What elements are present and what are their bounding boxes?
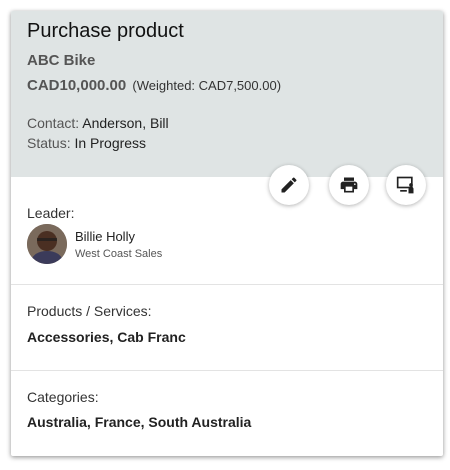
amount-line: CAD10,000.00 (Weighted: CAD7,500.00): [27, 77, 281, 94]
present-button[interactable]: [386, 165, 426, 205]
divider: [11, 370, 443, 371]
categories-value: Australia, France, South Australia: [27, 414, 252, 430]
presentation-icon: [396, 176, 414, 194]
status-label: Status:: [27, 135, 75, 151]
card-title: Purchase product: [27, 20, 184, 42]
amount-value: CAD10,000.00: [27, 77, 127, 94]
categories-label: Categories:: [27, 389, 99, 405]
status-line: Status: In Progress: [27, 135, 146, 151]
weighted-amount: (Weighted: CAD7,500.00): [132, 78, 282, 93]
products-value: Accessories, Cab Franc: [27, 329, 186, 345]
opportunity-card: Purchase product ABC Bike CAD10,000.00 (…: [11, 11, 443, 456]
contact-value: Anderson, Bill: [82, 115, 169, 131]
leader-name: Billie Holly: [75, 229, 135, 244]
edit-button[interactable]: [269, 165, 309, 205]
pencil-icon: [281, 177, 297, 193]
avatar: [27, 224, 67, 264]
card-header: Purchase product ABC Bike CAD10,000.00 (…: [11, 11, 443, 177]
status-value: In Progress: [74, 135, 147, 151]
products-label: Products / Services:: [27, 303, 152, 319]
leader-label: Leader:: [27, 205, 75, 221]
contact-label: Contact:: [27, 115, 83, 131]
product-name: ABC Bike: [27, 52, 96, 69]
printer-icon: [340, 177, 358, 193]
contact-line: Contact: Anderson, Bill: [27, 115, 169, 131]
print-button[interactable]: [329, 165, 369, 205]
divider: [11, 284, 443, 285]
leader-team: West Coast Sales: [75, 248, 163, 260]
